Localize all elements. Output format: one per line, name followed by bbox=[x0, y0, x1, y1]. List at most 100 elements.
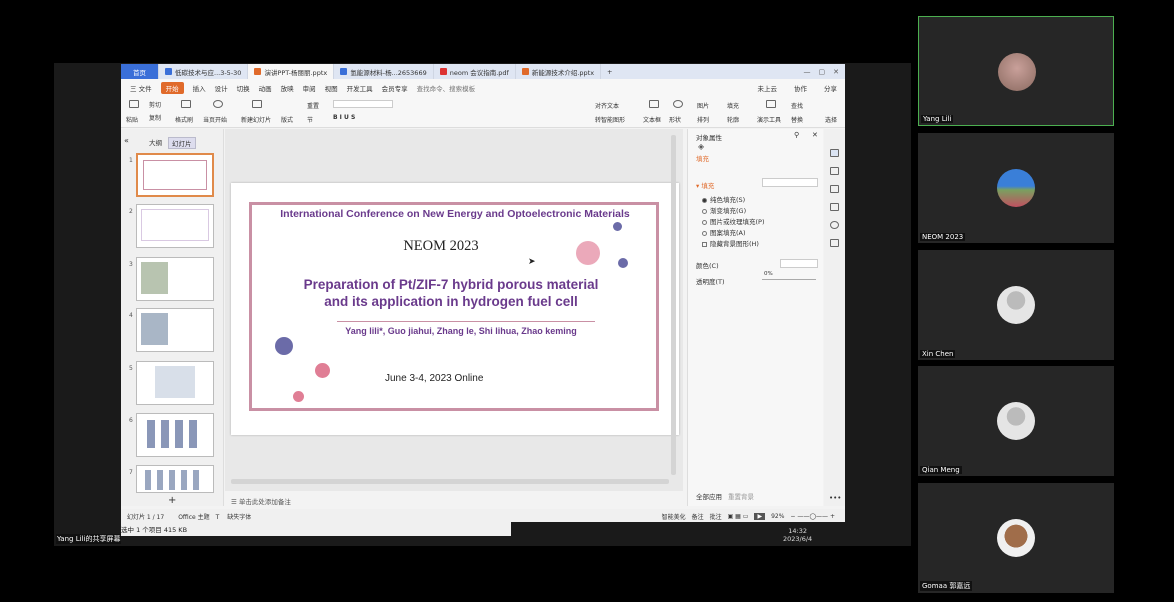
participant-tile[interactable]: Gomaa 郭嘉远 bbox=[918, 483, 1114, 593]
play-icon[interactable] bbox=[213, 100, 223, 108]
pin-icon[interactable]: ⚲ bbox=[794, 131, 799, 139]
menu-item[interactable]: 会员专享 bbox=[382, 83, 408, 93]
command-search[interactable]: 查找命令、搜索模板 bbox=[417, 83, 476, 93]
minimize-icon[interactable]: — bbox=[804, 68, 811, 76]
textbox-icon[interactable] bbox=[649, 100, 659, 108]
hide-background-checkbox[interactable]: 隐藏背景图形(H) bbox=[702, 238, 759, 248]
tab-fill[interactable]: 填充 bbox=[696, 153, 709, 163]
slide-thumbnail[interactable] bbox=[136, 257, 214, 301]
tab-outline[interactable]: 大纲 bbox=[149, 137, 162, 149]
zoom-slider[interactable]: − ——◯—— + bbox=[790, 513, 835, 520]
section-button[interactable]: 节 bbox=[307, 115, 313, 124]
find-button[interactable]: 查找 bbox=[791, 101, 803, 110]
location-icon[interactable] bbox=[830, 221, 839, 229]
apply-all-button[interactable]: 全部应用 bbox=[696, 491, 722, 501]
properties-icon[interactable] bbox=[830, 149, 839, 157]
view-buttons[interactable]: ▣ ▦ ▭ bbox=[728, 513, 749, 520]
tab-document-5[interactable]: 新能源技术介绍.pptx bbox=[516, 64, 602, 79]
menu-item[interactable]: 视图 bbox=[325, 83, 338, 93]
slide-thumbnail[interactable] bbox=[136, 413, 214, 457]
color-picker[interactable] bbox=[780, 259, 818, 268]
fill-option-gradient[interactable]: 渐变填充(G) bbox=[702, 205, 746, 215]
menu-start[interactable]: 开始 bbox=[160, 81, 184, 94]
menu-file[interactable]: 三 文件 bbox=[130, 83, 152, 93]
current-slide[interactable]: International Conference on New Energy a… bbox=[231, 183, 679, 435]
menu-item[interactable]: 审阅 bbox=[303, 83, 316, 93]
font-select[interactable] bbox=[333, 100, 393, 108]
copy-button[interactable]: 复制 bbox=[149, 113, 161, 122]
share-button[interactable]: 分享 bbox=[824, 83, 837, 93]
tab-document-3[interactable]: 氢能源材料-杨...2653669 bbox=[334, 64, 434, 79]
fill-button[interactable]: 填充 bbox=[727, 101, 739, 110]
animation-icon[interactable] bbox=[830, 167, 839, 175]
missing-font-button[interactable]: T 缺失字体 bbox=[216, 512, 252, 521]
fill-type-dropdown[interactable] bbox=[762, 178, 818, 187]
format-painter-icon[interactable] bbox=[181, 100, 191, 108]
new-tab-button[interactable]: + bbox=[601, 64, 618, 79]
add-slide-button[interactable]: + bbox=[168, 495, 176, 506]
text-format-controls[interactable]: B I U S bbox=[333, 114, 355, 121]
new-slide-button[interactable]: 新建幻灯片 bbox=[241, 115, 271, 124]
menu-item[interactable]: 动画 bbox=[259, 83, 272, 93]
layout-button[interactable]: 版式 bbox=[281, 115, 293, 124]
slide-thumbnail[interactable] bbox=[136, 465, 214, 493]
slide-thumbnail[interactable] bbox=[136, 308, 214, 352]
smart-art-button[interactable]: 转智能图形 bbox=[595, 115, 625, 124]
comments-toggle[interactable]: 批注 bbox=[710, 512, 722, 521]
tab-document-2[interactable]: 演讲PPT-杨丽丽.pptx bbox=[248, 64, 335, 79]
shape-icon[interactable] bbox=[673, 100, 683, 108]
outline-button[interactable]: 轮廓 bbox=[727, 115, 739, 124]
fill-bucket-icon[interactable]: ◈ bbox=[698, 142, 704, 151]
tab-document-1[interactable]: 低碳技术与应...3-5-30 bbox=[159, 64, 249, 79]
menu-item[interactable]: 切换 bbox=[237, 83, 250, 93]
menu-item[interactable]: 开发工具 bbox=[347, 83, 373, 93]
more-icon[interactable]: ••• bbox=[829, 494, 841, 502]
reset-background-button[interactable]: 重置背景 bbox=[728, 491, 754, 501]
menu-item[interactable]: 放映 bbox=[281, 83, 294, 93]
notes-toggle[interactable]: 备注 bbox=[692, 512, 704, 521]
menu-item[interactable]: 插入 bbox=[193, 83, 206, 93]
cloud-status[interactable]: 未上云 bbox=[758, 83, 778, 93]
vertical-scrollbar[interactable] bbox=[671, 135, 676, 475]
arrange-button[interactable]: 排列 bbox=[697, 115, 709, 124]
horizontal-scrollbar[interactable] bbox=[231, 479, 669, 484]
textbox-button[interactable]: 文本框 bbox=[643, 115, 661, 124]
tab-home[interactable]: 首页 bbox=[121, 64, 159, 79]
close-panel-icon[interactable]: ✕ bbox=[812, 131, 818, 139]
picture-button[interactable]: 图片 bbox=[697, 101, 709, 110]
shape-button[interactable]: 形状 bbox=[669, 115, 681, 124]
fill-option-solid[interactable]: 纯色填充(S) bbox=[702, 194, 745, 204]
participant-tile[interactable]: Yang Lili bbox=[918, 16, 1114, 126]
slide-thumbnail[interactable] bbox=[136, 361, 214, 405]
notes-area[interactable]: ☰ 单击此处添加备注 bbox=[225, 496, 683, 506]
slide-thumbnail[interactable] bbox=[136, 204, 214, 248]
menu-item[interactable]: 设计 bbox=[215, 83, 228, 93]
transition-icon[interactable] bbox=[830, 185, 839, 193]
book-icon[interactable] bbox=[830, 239, 839, 247]
presentation-tools-icon[interactable] bbox=[766, 100, 776, 108]
tab-slides[interactable]: 幻灯片 bbox=[168, 137, 196, 149]
fill-option-pattern[interactable]: 图案填充(A) bbox=[702, 227, 746, 237]
paste-icon[interactable] bbox=[129, 100, 139, 108]
new-slide-icon[interactable] bbox=[252, 100, 262, 108]
participant-tile[interactable]: Qian Meng bbox=[918, 366, 1114, 476]
design-icon[interactable] bbox=[830, 203, 839, 211]
participant-tile[interactable]: Xin Chen bbox=[918, 250, 1114, 360]
replace-button[interactable]: 替换 bbox=[791, 115, 803, 124]
collaborate-button[interactable]: 协作 bbox=[794, 83, 807, 93]
fill-option-picture[interactable]: 图片或纹理填充(P) bbox=[702, 216, 765, 226]
cut-button[interactable]: 剪切 bbox=[149, 100, 161, 109]
transparency-slider[interactable] bbox=[762, 279, 816, 280]
maximize-icon[interactable]: ▢ bbox=[819, 68, 826, 76]
paste-button[interactable]: 粘贴 bbox=[126, 115, 138, 124]
close-icon[interactable]: ✕ bbox=[833, 68, 839, 76]
slide-thumbnail[interactable] bbox=[136, 153, 214, 197]
smart-beautify-button[interactable]: 智能美化 bbox=[662, 512, 686, 521]
slideshow-button[interactable]: ▶ bbox=[754, 512, 766, 520]
slide-editing-canvas[interactable]: International Conference on New Energy a… bbox=[225, 129, 683, 491]
align-text-button[interactable]: 对齐文本 bbox=[595, 101, 619, 110]
format-painter-button[interactable]: 格式刷 bbox=[175, 115, 193, 124]
collapse-panel-icon[interactable]: « bbox=[124, 136, 129, 145]
play-from-current-button[interactable]: 当页开始 bbox=[203, 115, 227, 124]
participant-tile[interactable]: NEOM 2023 bbox=[918, 133, 1114, 243]
